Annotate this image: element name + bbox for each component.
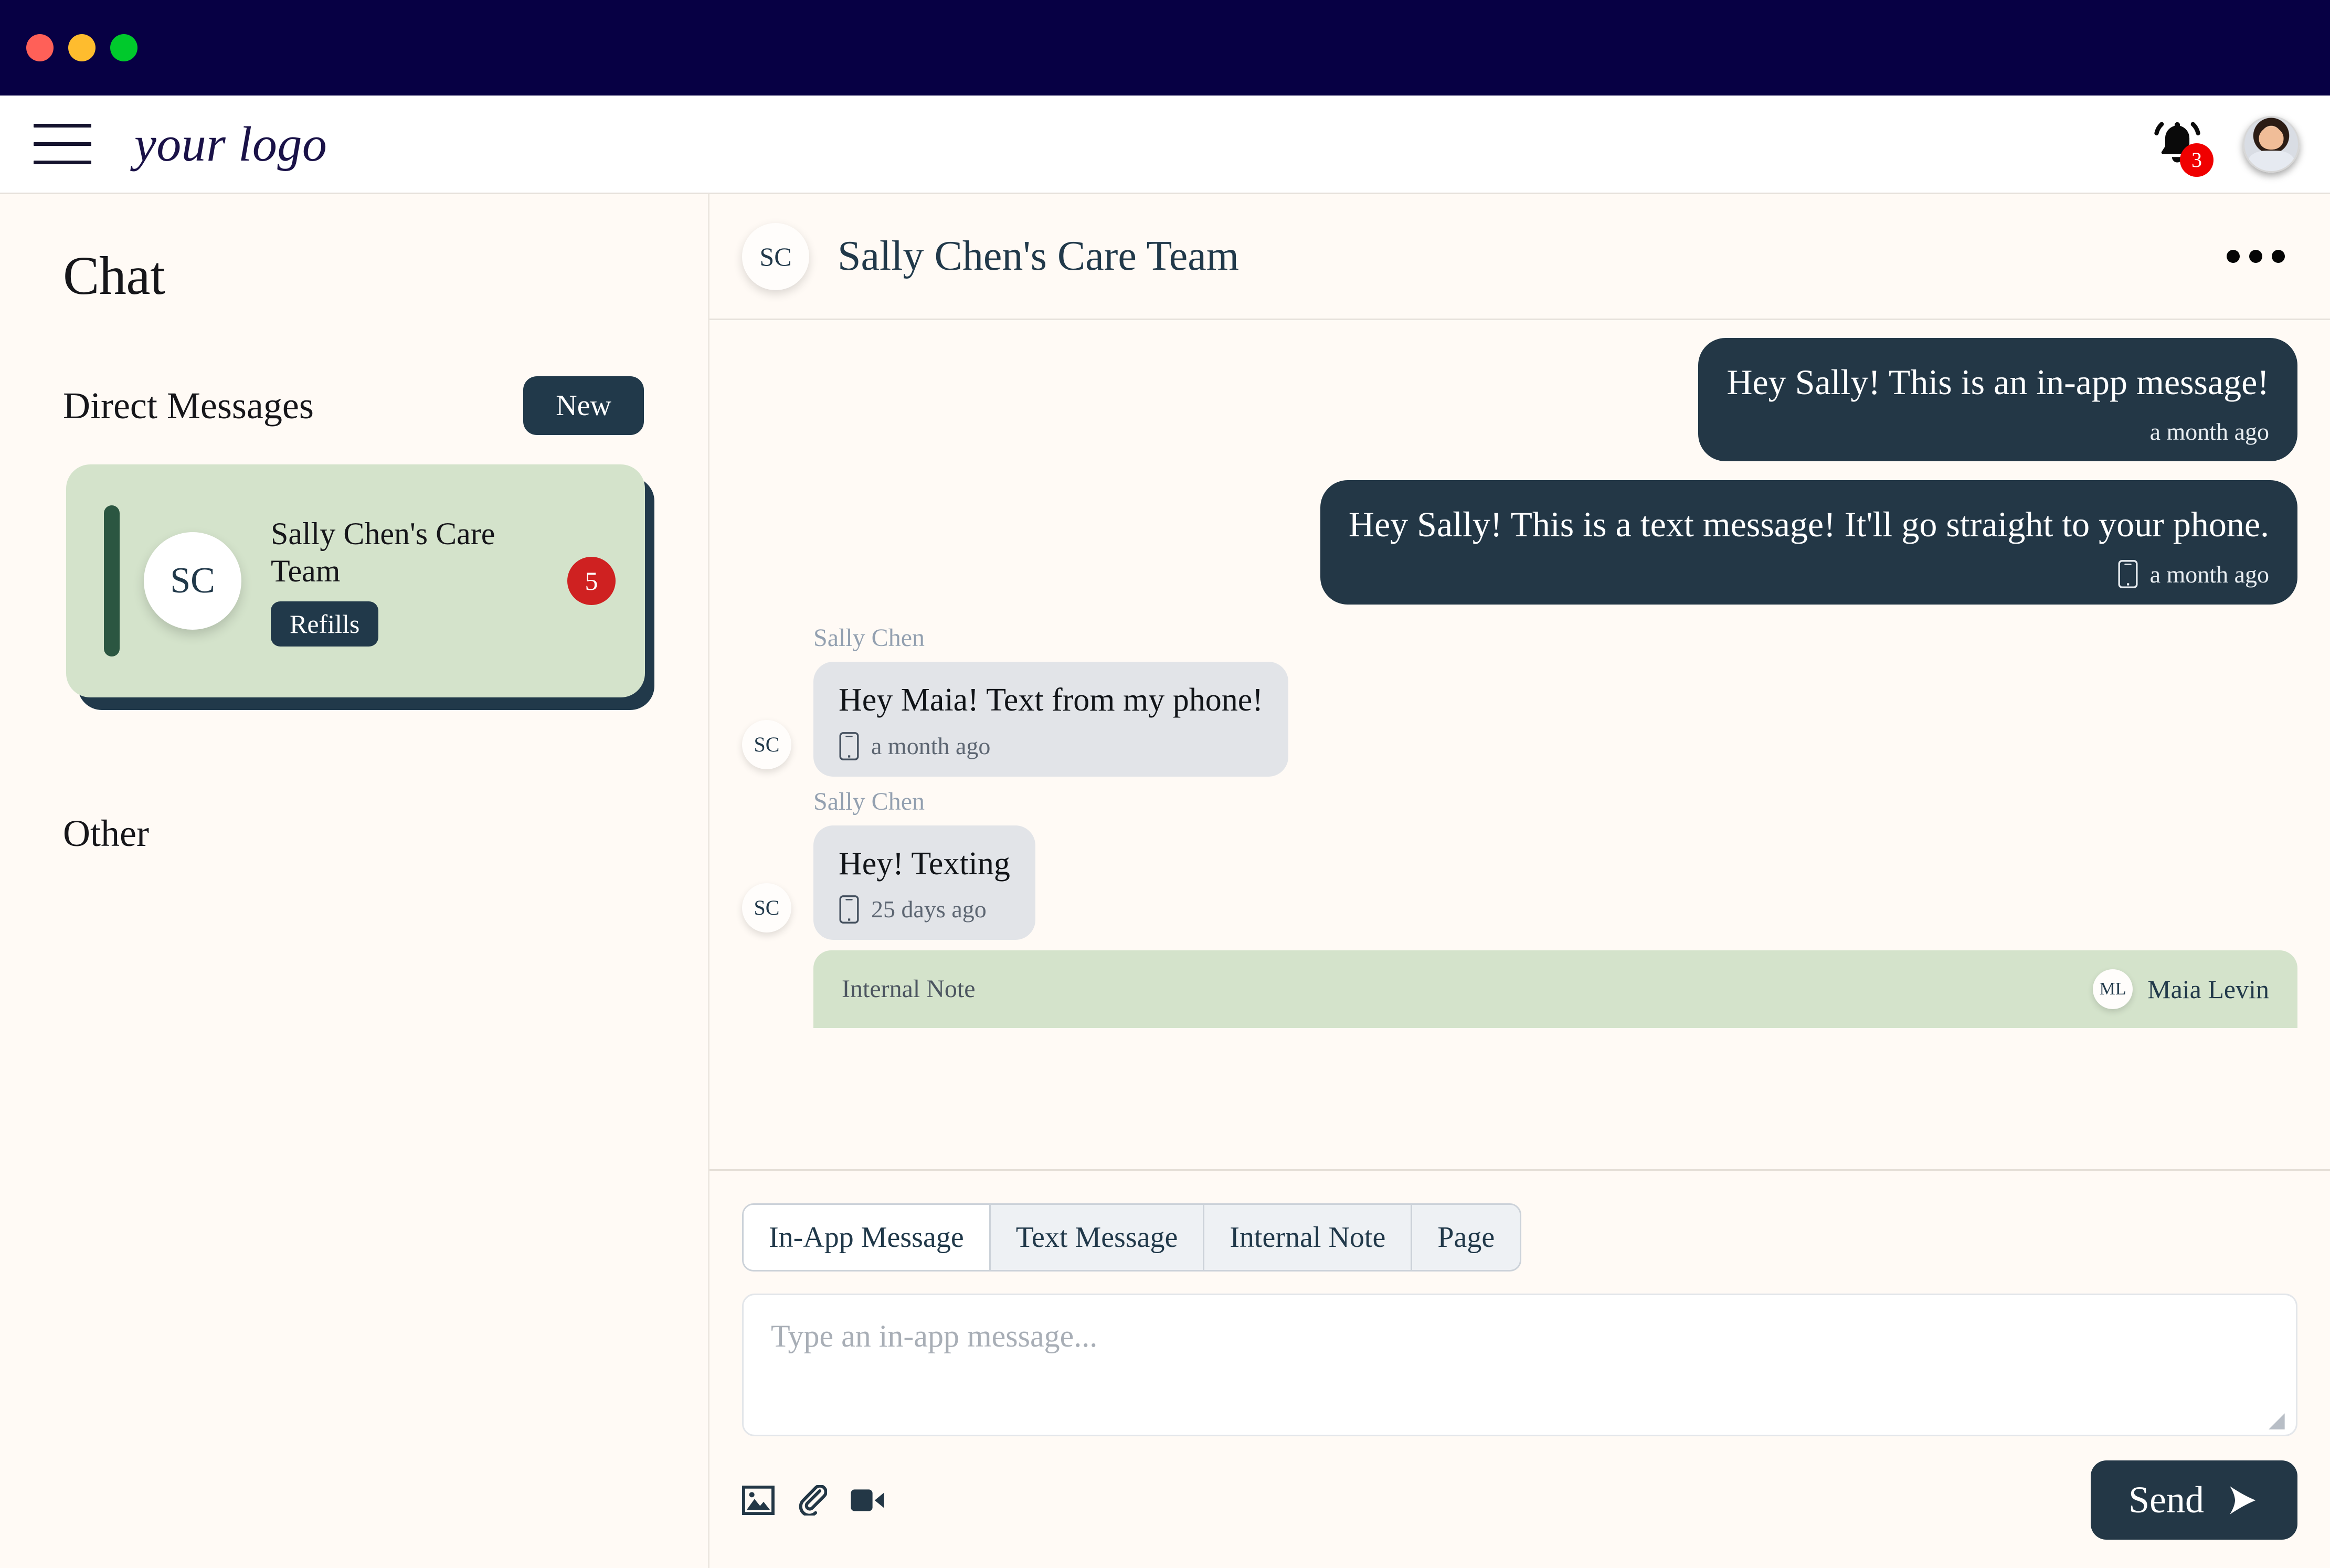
paperclip-icon[interactable] — [798, 1485, 827, 1516]
chat-header: SC Sally Chen's Care Team — [709, 194, 2330, 320]
message-bubble-incoming: Hey! Texting 25 days ago — [813, 825, 1035, 940]
message-sender-avatar: SC — [742, 719, 791, 769]
chat-title: Sally Chen's Care Team — [838, 233, 1239, 279]
message-row-incoming: SC Sally Chen Hey! Texting 25 days ago — [742, 787, 2297, 940]
other-section-label: Other — [63, 812, 149, 854]
page-title: Chat — [63, 246, 165, 306]
hamburger-menu-icon[interactable] — [34, 124, 91, 164]
composer-toolbar: Send — [742, 1460, 2297, 1540]
message-input[interactable]: Type an in-app message... ◢ — [742, 1294, 2297, 1436]
message-meta: a month ago — [1349, 559, 2269, 589]
message-timestamp: a month ago — [2149, 418, 2269, 445]
new-conversation-button[interactable]: New — [523, 376, 644, 435]
direct-messages-header: Direct Messages New — [0, 376, 708, 435]
send-arrow-icon — [2230, 1486, 2256, 1514]
message-type-tabs: In-App Message Text Message Internal Not… — [742, 1203, 1522, 1272]
app-header: your logo 3 — [0, 96, 2330, 194]
conversation-list: SC Sally Chen's Care Team Refills 5 — [66, 464, 654, 710]
message-meta: a month ago — [839, 732, 1263, 761]
notification-count-badge: 3 — [2180, 143, 2214, 177]
chat-pane: SC Sally Chen's Care Team Hey Sally! Thi… — [709, 194, 2330, 1568]
message-meta: 25 days ago — [839, 895, 1010, 924]
message-composer: In-App Message Text Message Internal Not… — [709, 1169, 2330, 1568]
direct-messages-label: Direct Messages — [63, 384, 314, 427]
message-timestamp: a month ago — [2149, 560, 2269, 588]
chat-sidebar: Chat Direct Messages New SC Sally Chen's… — [0, 194, 709, 1568]
more-options-icon[interactable] — [2214, 237, 2297, 276]
internal-note-label: Internal Note — [842, 975, 976, 1003]
close-window-button[interactable] — [26, 34, 54, 61]
message-content: Sally Chen Hey! Texting 25 days ago — [813, 787, 1035, 940]
message-sender-name: Sally Chen — [813, 624, 925, 652]
conversation-details: Sally Chen's Care Team Refills — [271, 515, 567, 647]
message-bubble-outgoing: Hey Sally! This is a text message! It'll… — [1320, 480, 2297, 605]
mobile-phone-icon — [839, 895, 859, 924]
message-list[interactable]: Hey Sally! This is an in-app message! a … — [709, 320, 2330, 1169]
app-window: your logo 3 Chat Direct Messages New SC … — [0, 0, 2330, 1568]
attachment-tools — [742, 1485, 885, 1516]
message-text: Hey! Texting — [839, 845, 1010, 882]
message-row-outgoing: Hey Sally! This is a text message! It'll… — [742, 480, 2297, 605]
message-text: Hey Sally! This is an in-app message! — [1727, 362, 2269, 402]
message-meta: a month ago — [1727, 418, 2269, 446]
mobile-phone-icon — [839, 732, 859, 760]
tab-internal-note[interactable]: Internal Note — [1204, 1205, 1413, 1270]
message-text: Hey Maia! Text from my phone! — [839, 682, 1263, 718]
message-timestamp: 25 days ago — [871, 896, 987, 923]
message-bubble-outgoing: Hey Sally! This is an in-app message! a … — [1698, 338, 2297, 461]
message-content: Sally Chen Hey Maia! Text from my phone!… — [813, 623, 1288, 777]
message-sender-name: Sally Chen — [813, 787, 925, 815]
mobile-phone-icon — [2118, 560, 2138, 589]
conversation-item-sally-chen[interactable]: SC Sally Chen's Care Team Refills 5 — [66, 464, 645, 697]
conversation-tag-refills[interactable]: Refills — [271, 601, 379, 647]
message-sender-avatar: SC — [742, 883, 791, 933]
minimize-window-button[interactable] — [68, 34, 96, 61]
maximize-window-button[interactable] — [110, 34, 137, 61]
internal-note-card: Internal Note ML Maia Levin — [813, 950, 2297, 1028]
chat-header-avatar: SC — [742, 223, 809, 290]
internal-note-avatar: ML — [2093, 969, 2133, 1009]
app-logo: your logo — [134, 116, 327, 172]
conversation-name: Sally Chen's Care Team — [271, 516, 495, 588]
message-bubble-incoming: Hey Maia! Text from my phone! a month ag… — [813, 662, 1288, 777]
tab-page[interactable]: Page — [1412, 1205, 1520, 1270]
message-row-incoming: SC Sally Chen Hey Maia! Text from my pho… — [742, 623, 2297, 777]
video-camera-icon[interactable] — [850, 1488, 885, 1513]
app-body: Chat Direct Messages New SC Sally Chen's… — [0, 194, 2330, 1568]
selected-indicator-bar — [104, 505, 120, 656]
send-button[interactable]: Send — [2091, 1460, 2297, 1540]
image-icon[interactable] — [742, 1485, 775, 1515]
header-actions: 3 — [2153, 115, 2300, 177]
tab-text-message[interactable]: Text Message — [990, 1205, 1205, 1270]
tab-in-app-message[interactable]: In-App Message — [744, 1205, 991, 1270]
textarea-resize-handle[interactable]: ◢ — [2269, 1410, 2287, 1431]
conversation-avatar: SC — [144, 532, 241, 630]
notifications-button[interactable]: 3 — [2153, 117, 2214, 177]
window-titlebar — [0, 0, 2330, 96]
send-button-label: Send — [2128, 1479, 2204, 1521]
message-input-placeholder: Type an in-app message... — [771, 1319, 1098, 1353]
message-timestamp: a month ago — [871, 733, 991, 760]
message-row-outgoing: Hey Sally! This is an in-app message! a … — [742, 338, 2297, 461]
internal-note-author: ML Maia Levin — [2093, 969, 2269, 1009]
internal-note-author-name: Maia Levin — [2147, 974, 2269, 1004]
unread-count-badge: 5 — [567, 557, 616, 605]
message-text: Hey Sally! This is a text message! It'll… — [1348, 504, 2269, 544]
user-avatar[interactable] — [2243, 115, 2300, 173]
